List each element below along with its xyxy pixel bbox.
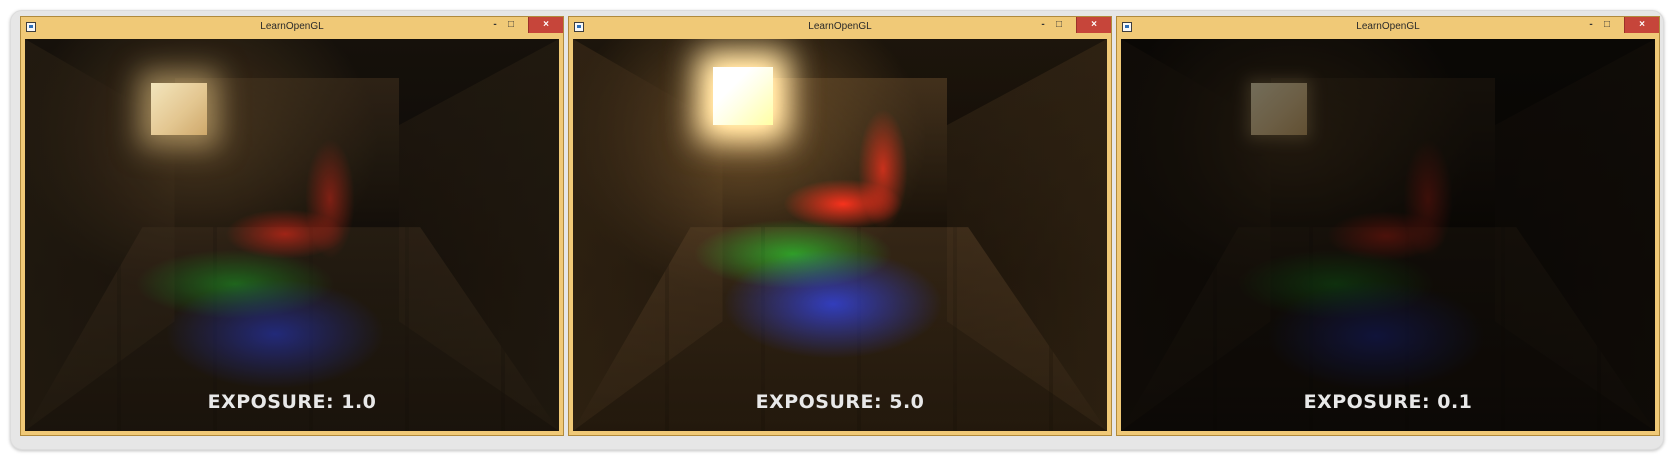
title-bar[interactable]: LearnOpenGL - □ × — [1117, 17, 1659, 39]
back-wall — [174, 78, 399, 228]
blue-light-glow — [165, 279, 385, 389]
bright-light-panel — [151, 83, 207, 135]
window-title: LearnOpenGL — [260, 21, 324, 32]
render-viewport[interactable]: EXPOSURE: 5.0 — [573, 39, 1107, 431]
opengl-window-3: LearnOpenGL - □ × EXPOSURE: 0.1 — [1116, 16, 1660, 436]
window-row: LearnOpenGL - □ × EXPOSURE: 1.0 LearnOpe… — [20, 16, 1660, 440]
rendered-scene — [573, 39, 1107, 431]
blue-light-glow — [723, 249, 943, 359]
maximize-button[interactable]: □ — [1599, 17, 1615, 33]
opengl-window-2: LearnOpenGL - □ × EXPOSURE: 5.0 — [568, 16, 1112, 436]
rendered-scene — [1121, 39, 1655, 431]
close-button[interactable]: × — [528, 17, 563, 33]
minimize-button[interactable]: - — [1583, 17, 1599, 33]
close-button[interactable]: × — [1076, 17, 1111, 33]
window-title: LearnOpenGL — [808, 21, 872, 32]
maximize-button[interactable]: □ — [503, 17, 519, 33]
minimize-button[interactable]: - — [487, 17, 503, 33]
bright-light-panel — [1251, 83, 1307, 135]
opengl-window-1: LearnOpenGL - □ × EXPOSURE: 1.0 — [20, 16, 564, 436]
blue-light-glow — [1266, 281, 1486, 391]
rendered-scene — [25, 39, 559, 431]
close-button[interactable]: × — [1624, 17, 1659, 33]
render-viewport[interactable]: EXPOSURE: 0.1 — [1121, 39, 1655, 431]
title-bar[interactable]: LearnOpenGL - □ × — [21, 17, 563, 39]
exposure-label: EXPOSURE: 5.0 — [755, 391, 925, 413]
minimize-button[interactable]: - — [1035, 17, 1051, 33]
maximize-button[interactable]: □ — [1051, 17, 1067, 33]
title-bar[interactable]: LearnOpenGL - □ × — [569, 17, 1111, 39]
render-viewport[interactable]: EXPOSURE: 1.0 — [25, 39, 559, 431]
exposure-label: EXPOSURE: 1.0 — [207, 391, 377, 413]
window-title: LearnOpenGL — [1356, 21, 1420, 32]
bright-light-panel — [713, 67, 773, 125]
exposure-label: EXPOSURE: 0.1 — [1303, 391, 1473, 413]
